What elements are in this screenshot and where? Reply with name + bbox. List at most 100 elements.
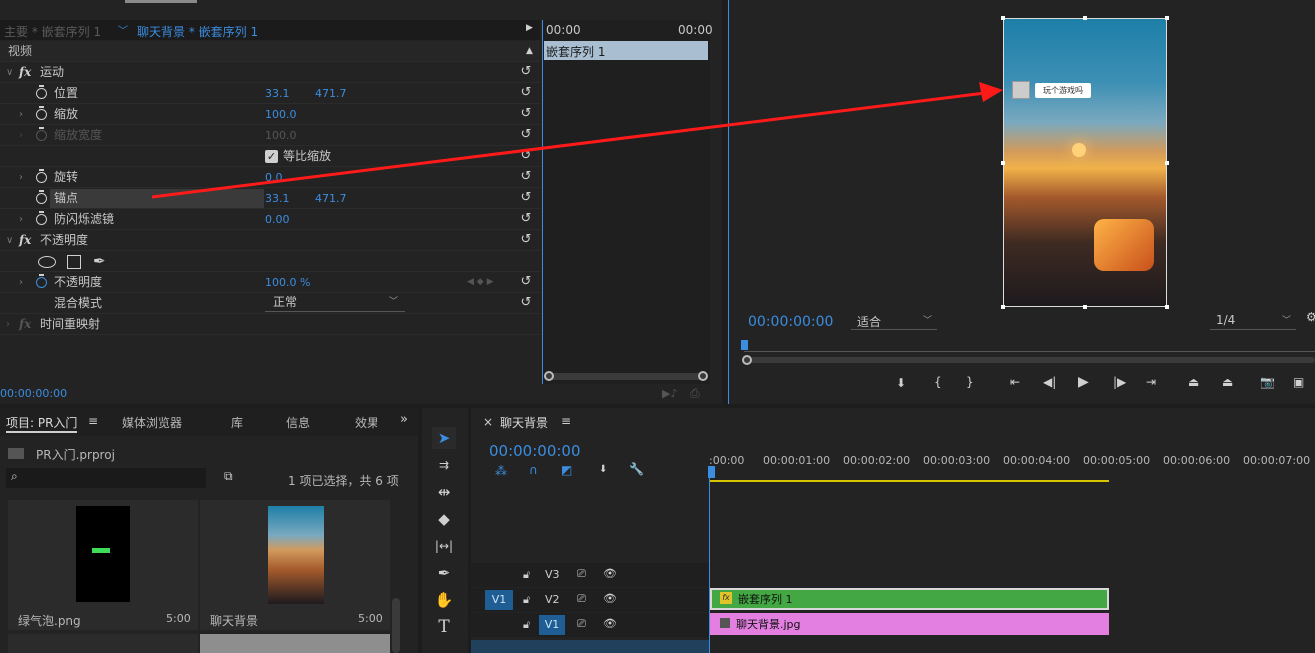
- tab-effects[interactable]: 效果: [355, 414, 377, 431]
- track-label[interactable]: V1: [539, 615, 565, 635]
- resolution-dropdown[interactable]: 1/4 ﹀: [1210, 312, 1296, 330]
- eye-icon[interactable]: 👁︎: [603, 592, 617, 605]
- fx-icon[interactable]: fx: [19, 62, 31, 83]
- mark-in-icon[interactable]: {: [934, 375, 942, 389]
- reset-icon[interactable]: ↺: [519, 233, 533, 247]
- anchor-label[interactable]: 锚点: [54, 188, 78, 209]
- rotation-value[interactable]: 0.0: [265, 167, 283, 188]
- position-y-value[interactable]: 471.7: [315, 83, 347, 104]
- transform-handle[interactable]: [1083, 16, 1087, 20]
- lock-icon[interactable]: 🔓︎: [523, 593, 530, 607]
- chevron-right-icon[interactable]: ›: [19, 272, 23, 293]
- comparison-view-icon[interactable]: ▣: [1293, 375, 1304, 389]
- tab-library[interactable]: 库: [231, 414, 243, 431]
- ellipse-mask-icon[interactable]: [38, 256, 56, 268]
- wrench-icon[interactable]: 🔧: [629, 462, 644, 476]
- hand-tool-icon[interactable]: ✋: [432, 589, 456, 611]
- fx-motion-row[interactable]: ∨ fx 运动 ↺: [0, 62, 540, 83]
- position-x-value[interactable]: 33.1: [265, 83, 290, 104]
- clip-chat-background[interactable]: 聊天背景.jpg: [710, 613, 1109, 635]
- go-to-in-icon[interactable]: ⇤: [1010, 375, 1020, 389]
- chevron-right-icon[interactable]: ›: [19, 104, 23, 125]
- tab-master[interactable]: 主要 * 嵌套序列 1: [4, 23, 101, 40]
- project-item-selected[interactable]: [200, 634, 390, 653]
- export-frame-icon[interactable]: 📷: [1260, 375, 1275, 389]
- play-icon[interactable]: ▶: [1078, 374, 1089, 390]
- snap-icon[interactable]: ∩: [529, 463, 538, 477]
- add-marker-icon[interactable]: ⬇: [599, 464, 607, 475]
- transform-handle[interactable]: [1165, 16, 1169, 20]
- sync-lock-icon[interactable]: ⎚: [577, 592, 586, 606]
- linked-selection-icon[interactable]: ◩: [561, 463, 572, 477]
- tab-info[interactable]: 信息: [286, 414, 310, 431]
- transform-handle[interactable]: [1001, 161, 1005, 165]
- extract-icon[interactable]: ⏏: [1222, 375, 1233, 389]
- reset-icon[interactable]: ↺: [519, 86, 533, 100]
- pen-tool-icon[interactable]: ✒: [432, 562, 456, 584]
- sync-lock-icon[interactable]: ⎚: [577, 567, 586, 581]
- audio-icon[interactable]: ▶♪: [662, 387, 677, 400]
- go-to-out-icon[interactable]: ⇥: [1146, 375, 1156, 389]
- lift-icon[interactable]: ⏏: [1188, 375, 1199, 389]
- track-label[interactable]: V3: [545, 568, 560, 581]
- slip-tool-icon[interactable]: |↔|: [432, 535, 456, 557]
- project-scrollbar[interactable]: [392, 598, 400, 653]
- chevron-right-icon[interactable]: ›: [6, 314, 10, 335]
- program-playhead[interactable]: [741, 340, 748, 350]
- reset-icon[interactable]: ↺: [519, 212, 533, 226]
- nest-toggle-icon[interactable]: ⁂: [495, 464, 507, 478]
- collapse-up-icon[interactable]: ▲: [526, 41, 533, 62]
- tab-active-clip[interactable]: 聊天背景 * 嵌套序列 1: [137, 23, 258, 40]
- fx-icon[interactable]: fx: [19, 230, 31, 251]
- scale-value[interactable]: 100.0: [265, 104, 297, 125]
- reset-icon[interactable]: ↺: [519, 296, 533, 310]
- lock-icon[interactable]: 🔓︎: [523, 568, 530, 582]
- close-icon[interactable]: ×: [483, 415, 493, 429]
- sync-lock-icon[interactable]: ⎚: [577, 617, 586, 631]
- reset-icon[interactable]: ↺: [519, 65, 533, 79]
- fx-opacity-row[interactable]: ∨ fx 不透明度 ↺: [0, 230, 540, 251]
- project-item[interactable]: [8, 634, 198, 653]
- video-frame[interactable]: 玩个游戏吗: [1003, 18, 1167, 307]
- keyframe-nav-icon[interactable]: ◀ ◆ ▶: [467, 272, 494, 293]
- pen-mask-icon[interactable]: ✒: [93, 251, 106, 272]
- settings-icon[interactable]: ⚙: [1306, 310, 1315, 324]
- rectangle-mask-icon[interactable]: [67, 255, 81, 269]
- antiflicker-value[interactable]: 0.00: [265, 209, 290, 230]
- stopwatch-icon[interactable]: [36, 106, 47, 120]
- chevron-right-icon[interactable]: ›: [19, 167, 23, 188]
- selection-tool-icon[interactable]: ➤: [432, 427, 456, 449]
- menu-icon[interactable]: ≡: [88, 414, 98, 428]
- search-input[interactable]: ⌕: [6, 468, 206, 488]
- tab-project[interactable]: 项目: PR入门: [6, 414, 78, 433]
- zoom-dropdown[interactable]: 适合 ﹀: [851, 312, 937, 330]
- chevron-down-icon[interactable]: ∨: [6, 230, 13, 251]
- scroll-handle-left[interactable]: [742, 355, 752, 365]
- mini-scrollbar[interactable]: [544, 371, 708, 381]
- step-forward-icon[interactable]: |▶: [1113, 375, 1126, 389]
- add-marker-icon[interactable]: ⬇: [896, 376, 906, 390]
- work-area-bar[interactable]: [709, 480, 1109, 482]
- tab-media-browser[interactable]: 媒体浏览器: [122, 414, 182, 431]
- ripple-edit-tool-icon[interactable]: ⇹: [432, 481, 456, 503]
- program-timecode[interactable]: 00:00:00:00: [748, 314, 833, 330]
- mark-out-icon[interactable]: }: [966, 375, 974, 389]
- project-item[interactable]: 聊天背景 5:00: [200, 500, 390, 630]
- chevron-right-icon[interactable]: ›: [19, 209, 23, 230]
- stopwatch-icon[interactable]: [36, 211, 47, 225]
- transform-handle[interactable]: [1165, 161, 1169, 165]
- more-panels-icon[interactable]: »: [400, 412, 408, 427]
- project-item[interactable]: 绿气泡.png 5:00: [8, 500, 198, 630]
- reset-icon[interactable]: ↺: [519, 170, 533, 184]
- play-only-icon[interactable]: ▶: [526, 23, 533, 33]
- clip-nested-sequence[interactable]: fx 嵌套序列 1: [710, 588, 1109, 610]
- reset-icon[interactable]: ↺: [519, 275, 533, 289]
- anchor-x-value[interactable]: 33.1: [265, 188, 290, 209]
- mini-clip-bar[interactable]: 嵌套序列 1: [544, 41, 708, 60]
- stopwatch-icon[interactable]: [36, 169, 47, 183]
- menu-icon[interactable]: ≡: [561, 414, 571, 428]
- timeline-timecode[interactable]: 00:00:00:00: [489, 442, 581, 460]
- reset-icon[interactable]: ↺: [519, 149, 533, 163]
- tab-sequence[interactable]: 聊天背景: [500, 414, 548, 431]
- new-bin-icon[interactable]: ⧉: [224, 469, 233, 484]
